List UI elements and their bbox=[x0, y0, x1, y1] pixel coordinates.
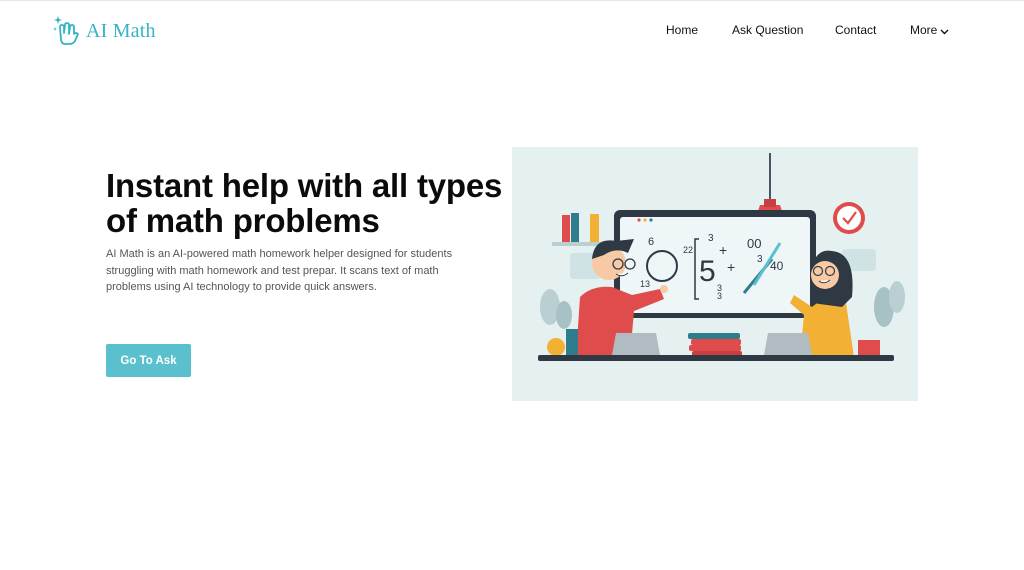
clock-icon bbox=[833, 202, 865, 234]
chevron-down-icon bbox=[940, 24, 949, 38]
board-numeral: 13 bbox=[640, 279, 650, 289]
board-numeral: 3 bbox=[717, 291, 722, 301]
laptop-right bbox=[764, 333, 812, 355]
pencil-cup bbox=[566, 329, 578, 355]
nav-more-label: More bbox=[910, 23, 938, 37]
plant-left bbox=[540, 289, 572, 329]
book-stack bbox=[688, 333, 742, 356]
book bbox=[562, 215, 570, 242]
board-numeral: 3 bbox=[708, 233, 714, 244]
board-numeral: 6 bbox=[648, 236, 654, 248]
board-dot bbox=[649, 218, 653, 222]
board-numeral: 22 bbox=[683, 245, 693, 255]
board-numeral: 00 bbox=[747, 236, 761, 251]
hero-title: Instant help with all types of math prob… bbox=[106, 167, 503, 239]
plant-right bbox=[858, 281, 905, 356]
top-border bbox=[0, 0, 1024, 1]
hero-description: AI Math is an AI-powered math homework h… bbox=[106, 248, 453, 293]
book bbox=[590, 214, 599, 242]
book bbox=[571, 213, 579, 242]
apple bbox=[547, 338, 565, 356]
nav-home[interactable]: Home bbox=[666, 23, 698, 37]
shelf bbox=[552, 242, 602, 246]
board-dot bbox=[643, 218, 647, 222]
desk bbox=[538, 355, 894, 361]
board-numeral: 3 bbox=[757, 254, 763, 265]
laptop-left bbox=[612, 333, 660, 355]
top-navigation: Home Ask Question Contact More bbox=[0, 23, 1024, 39]
nav-ask-question[interactable]: Ask Question bbox=[732, 23, 803, 37]
nav-contact[interactable]: Contact bbox=[835, 23, 876, 37]
hero-illustration: 6 22 3 5 + + 00 3 40 3 3 13 bbox=[512, 147, 918, 401]
board-numeral: + bbox=[719, 242, 727, 258]
nav-more[interactable]: More bbox=[910, 23, 949, 38]
lamp-cap bbox=[764, 199, 776, 207]
go-to-ask-button[interactable]: Go To Ask bbox=[106, 344, 191, 377]
board-dot bbox=[637, 218, 641, 222]
board-numeral: 5 bbox=[699, 255, 716, 288]
board-numeral: + bbox=[727, 259, 735, 275]
